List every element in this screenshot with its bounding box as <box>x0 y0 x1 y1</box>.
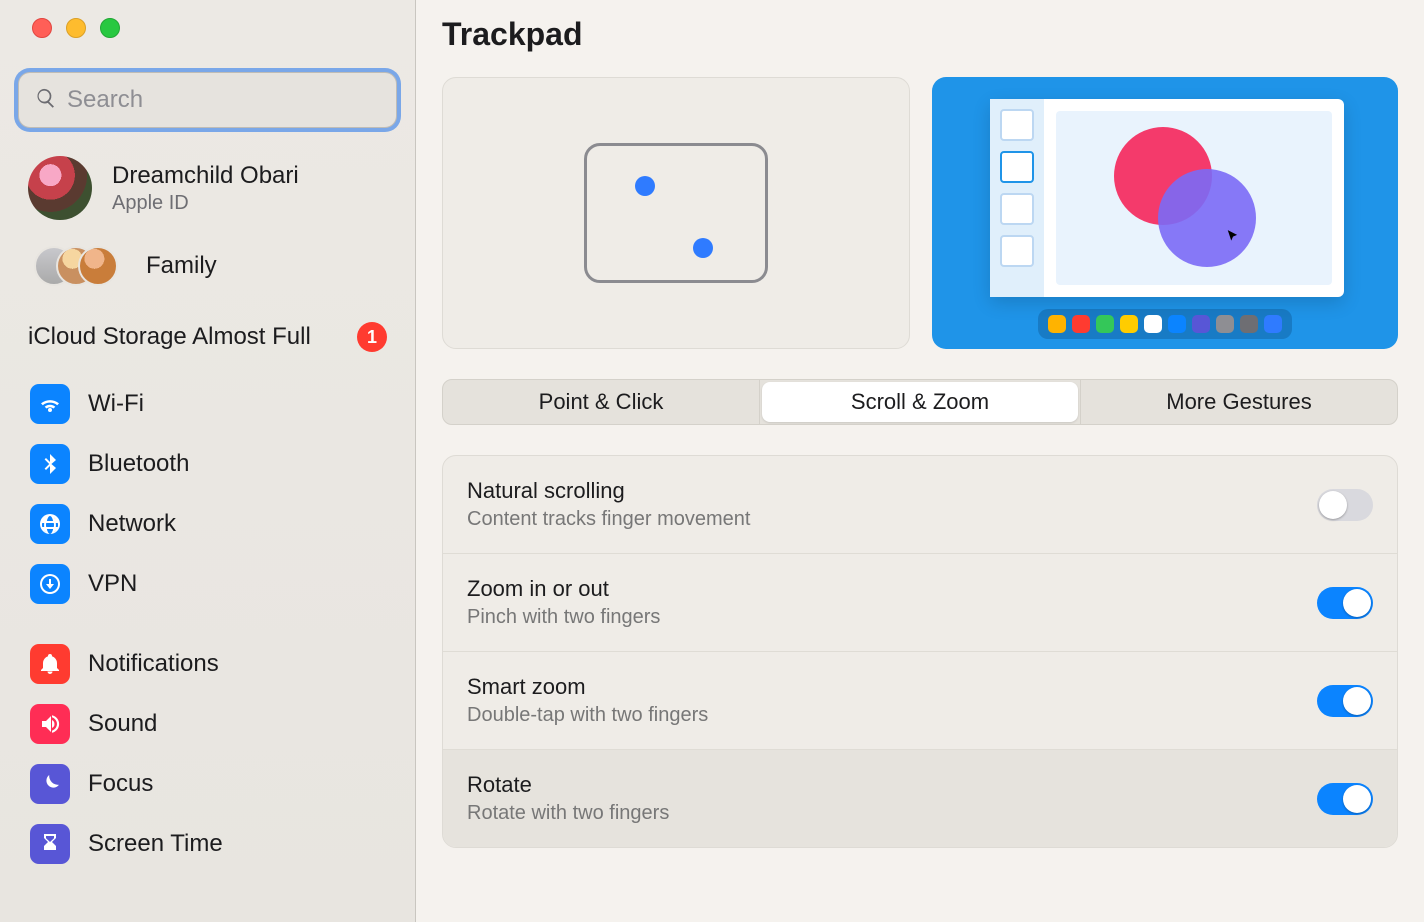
gesture-demo <box>932 77 1398 349</box>
tab-scroll-zoom[interactable]: Scroll & Zoom <box>762 382 1078 422</box>
main-panel: Trackpad <box>416 0 1424 922</box>
bluetooth-icon <box>30 444 70 484</box>
hourglass-icon <box>30 824 70 864</box>
sidebar-item-label: Screen Time <box>88 830 223 858</box>
toggle-natural-scrolling[interactable] <box>1317 489 1373 521</box>
sidebar-item-label: Wi-Fi <box>88 390 144 418</box>
globe-icon <box>30 504 70 544</box>
sidebar-item-bluetooth[interactable]: Bluetooth <box>14 434 401 494</box>
family-row[interactable]: Family <box>0 238 415 308</box>
setting-subtitle: Content tracks finger movement <box>467 508 750 531</box>
fullscreen-window-button[interactable] <box>100 18 120 38</box>
settings-list: Natural scrolling Content tracks finger … <box>442 455 1398 848</box>
trackpad-icon <box>584 143 768 283</box>
setting-title: Zoom in or out <box>467 576 660 602</box>
dock-item <box>1264 315 1282 333</box>
alert-text: iCloud Storage Almost Full <box>28 323 311 351</box>
sidebar-item-wifi[interactable]: Wi-Fi <box>14 374 401 434</box>
close-window-button[interactable] <box>32 18 52 38</box>
dock-item <box>1240 315 1258 333</box>
wifi-icon <box>30 384 70 424</box>
setting-title: Natural scrolling <box>467 478 750 504</box>
sidebar-item-notifications[interactable]: Notifications <box>14 634 401 694</box>
sidebar-item-network[interactable]: Network <box>14 494 401 554</box>
setting-rotate: Rotate Rotate with two fingers <box>443 750 1397 847</box>
setting-title: Rotate <box>467 772 669 798</box>
tab-more-gestures[interactable]: More Gestures <box>1080 380 1397 424</box>
sidebar-item-label: Focus <box>88 770 153 798</box>
tab-point-click[interactable]: Point & Click <box>443 380 760 424</box>
finger-dot-1 <box>635 176 655 196</box>
toggle-rotate[interactable] <box>1317 783 1373 815</box>
sidebar-item-sound[interactable]: Sound <box>14 694 401 754</box>
search-icon <box>35 87 57 114</box>
search-field[interactable] <box>18 72 397 128</box>
page-title: Trackpad <box>416 0 1424 77</box>
sidebar-item-label: Notifications <box>88 650 219 678</box>
trackpad-preview <box>442 77 910 349</box>
dock-item <box>1168 315 1186 333</box>
dock-item <box>1096 315 1114 333</box>
sidebar-item-focus[interactable]: Focus <box>14 754 401 814</box>
setting-natural-scrolling: Natural scrolling Content tracks finger … <box>443 456 1397 554</box>
demo-thumb <box>1000 235 1034 267</box>
dock-item <box>1120 315 1138 333</box>
setting-smart-zoom: Smart zoom Double-tap with two fingers <box>443 652 1397 750</box>
dock-item <box>1072 315 1090 333</box>
setting-title: Smart zoom <box>467 674 708 700</box>
dock-item <box>1216 315 1234 333</box>
avatar <box>28 156 92 220</box>
search-input[interactable] <box>67 86 380 114</box>
setting-zoom-in-out: Zoom in or out Pinch with two fingers <box>443 554 1397 652</box>
alert-badge: 1 <box>357 322 387 352</box>
toggle-zoom-in-out[interactable] <box>1317 587 1373 619</box>
demo-window <box>990 99 1344 297</box>
cursor-icon <box>1226 229 1240 248</box>
family-label: Family <box>146 252 217 280</box>
sidebar-group-connectivity: Wi-Fi Bluetooth Network VPN <box>14 374 401 614</box>
vpn-icon <box>30 564 70 604</box>
toggle-smart-zoom[interactable] <box>1317 685 1373 717</box>
bell-icon <box>30 644 70 684</box>
demo-thumb <box>1000 193 1034 225</box>
sidebar-item-vpn[interactable]: VPN <box>14 554 401 614</box>
sidebar: Dreamchild Obari Apple ID Family iCloud … <box>0 0 416 922</box>
dock-item <box>1192 315 1210 333</box>
sidebar-item-screen-time[interactable]: Screen Time <box>14 814 401 874</box>
finger-dot-2 <box>693 238 713 258</box>
icloud-alert-row[interactable]: iCloud Storage Almost Full 1 <box>0 308 415 370</box>
dock-item <box>1048 315 1066 333</box>
sidebar-item-label: VPN <box>88 570 137 598</box>
demo-dock <box>1038 309 1292 339</box>
setting-subtitle: Pinch with two fingers <box>467 606 660 629</box>
dock-item <box>1144 315 1162 333</box>
tab-bar: Point & Click Scroll & Zoom More Gesture… <box>442 379 1398 425</box>
demo-thumb <box>1000 109 1034 141</box>
family-avatars <box>34 244 118 288</box>
sidebar-item-label: Sound <box>88 710 157 738</box>
minimize-window-button[interactable] <box>66 18 86 38</box>
preview-row <box>416 77 1424 349</box>
setting-subtitle: Double-tap with two fingers <box>467 704 708 727</box>
setting-subtitle: Rotate with two fingers <box>467 802 669 825</box>
demo-thumb <box>1000 151 1034 183</box>
demo-circle-purple <box>1158 169 1256 267</box>
speaker-icon <box>30 704 70 744</box>
moon-icon <box>30 764 70 804</box>
sidebar-group-system: Notifications Sound Focus Screen Time <box>14 634 401 874</box>
apple-id-row[interactable]: Dreamchild Obari Apple ID <box>0 150 415 238</box>
sidebar-nav: Wi-Fi Bluetooth Network VPN <box>0 370 415 898</box>
sidebar-item-label: Network <box>88 510 176 538</box>
sidebar-item-label: Bluetooth <box>88 450 189 478</box>
account-name: Dreamchild Obari <box>112 162 299 190</box>
window-controls <box>0 18 415 38</box>
account-sub: Apple ID <box>112 192 299 215</box>
